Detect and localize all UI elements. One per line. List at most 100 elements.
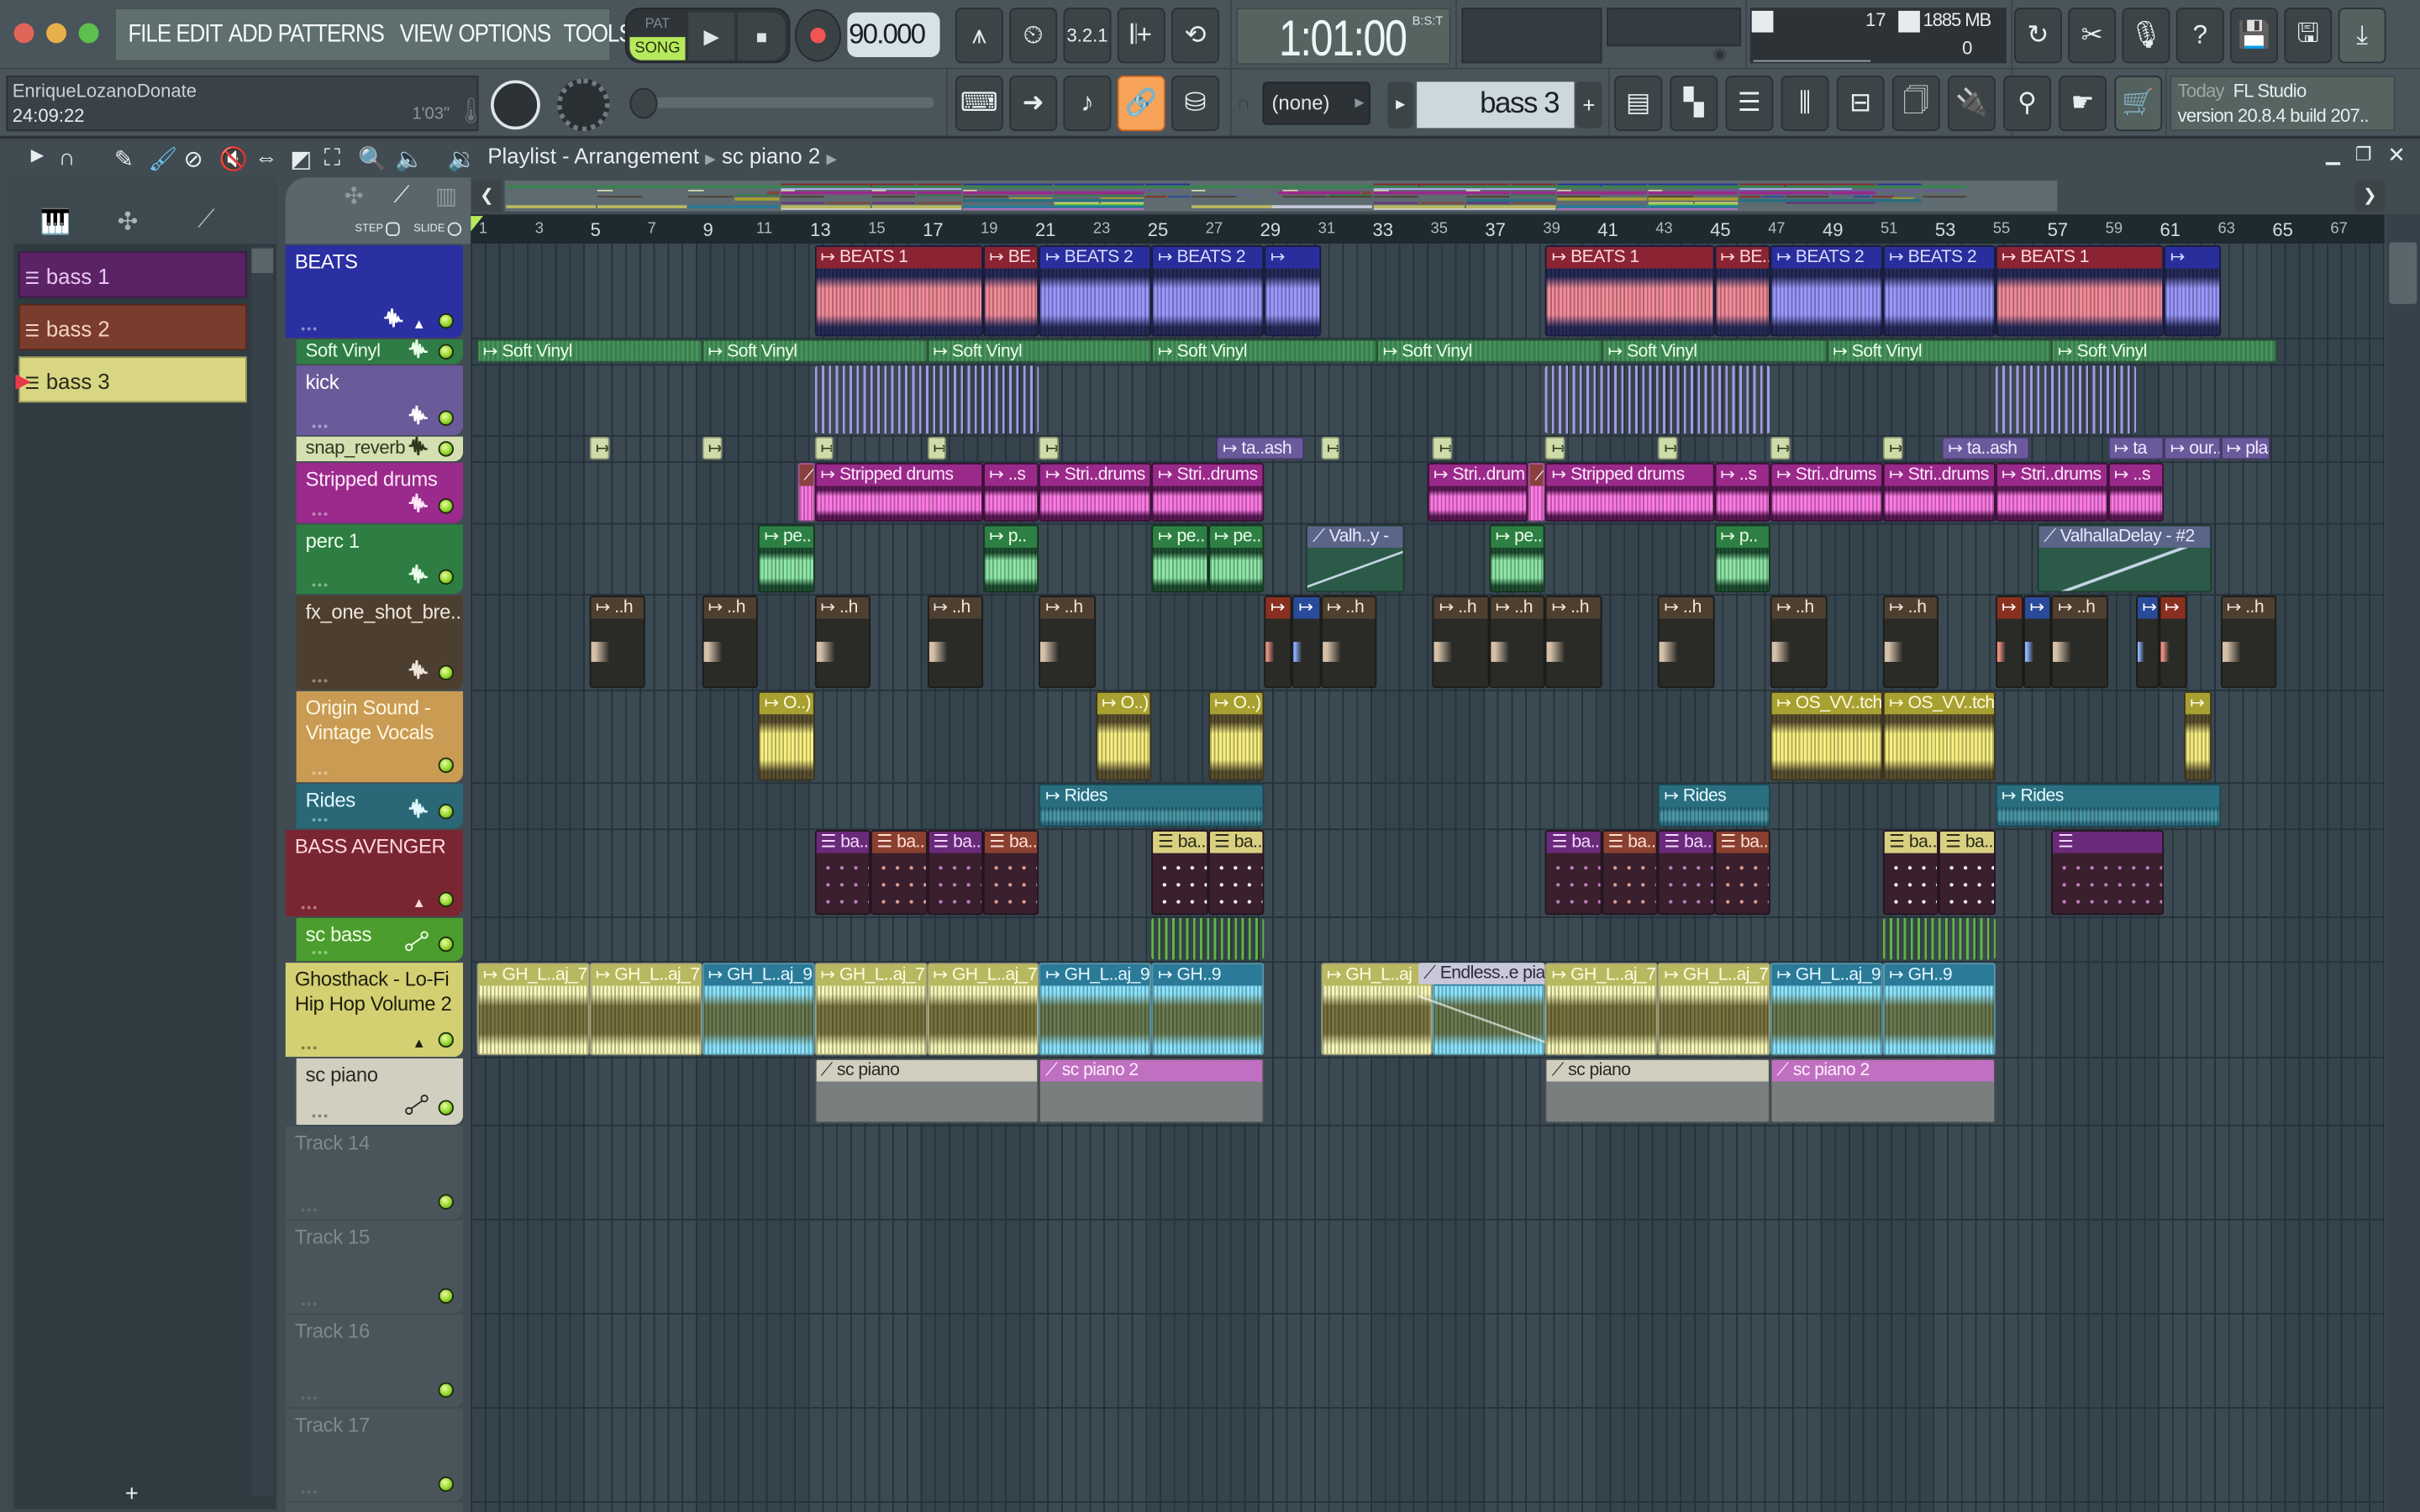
playlist-clip[interactable]: ↦ xyxy=(2164,245,2221,337)
playlist-clip[interactable]: ↦ BEATS 2 xyxy=(1039,245,1152,337)
cut-audio-button[interactable]: ✂ xyxy=(2068,8,2117,64)
track-header[interactable]: Soft Vinyl xyxy=(296,339,464,365)
playlist-clip[interactable] xyxy=(1151,917,1265,960)
playlist-clip[interactable]: ↦ GH_L..aj xyxy=(1320,963,1434,1056)
track-enable-led[interactable] xyxy=(438,1288,455,1305)
playlist-clip[interactable]: ↦ xyxy=(1545,436,1565,460)
picker-audio-tab[interactable]: ✣ xyxy=(118,207,139,238)
menu-tools[interactable]: TOOLS xyxy=(563,21,633,49)
playlist-clip[interactable]: ↦ ..h xyxy=(1039,595,1096,689)
playlist-clip[interactable]: ↦ ..h xyxy=(1658,595,1715,689)
track-menu-grip[interactable]: ••• xyxy=(312,579,329,593)
track-menu-grip[interactable]: ••• xyxy=(301,1392,318,1406)
playlist-clip[interactable]: ↦ xyxy=(1264,595,1293,689)
playlist-clip[interactable]: ↦ Soft Vinyl xyxy=(702,339,927,363)
playlist-clip[interactable]: ↦ xyxy=(2135,595,2159,689)
playlist-clip[interactable]: ↦ Stri..drums xyxy=(1995,463,2108,522)
playlist-clip[interactable]: ↦ ..h xyxy=(1489,595,1546,689)
playlist-clip[interactable]: ↦ xyxy=(926,436,947,460)
playlist-clip[interactable]: ↦ p.. xyxy=(982,524,1039,593)
undo-button[interactable]: ↻ xyxy=(2013,8,2062,64)
playlist-clip[interactable]: ↦ xyxy=(2023,595,2052,689)
pattern-clip-icon[interactable]: ▥ xyxy=(435,182,457,210)
track-menu-grip[interactable]: ••• xyxy=(301,1486,318,1500)
add-track-button[interactable]: + xyxy=(125,1481,139,1507)
playlist-clip[interactable]: ↦ xyxy=(1039,436,1060,460)
track-header[interactable]: Stripped drums ••• xyxy=(296,463,464,523)
track-menu-grip[interactable]: ••• xyxy=(312,675,329,689)
playlist-clip[interactable]: ↦ ..h xyxy=(926,595,983,689)
shop-button[interactable]: 🛒 xyxy=(2114,76,2163,132)
playlist-clip[interactable]: ☰ ba.. xyxy=(871,830,927,916)
magnet-icon[interactable]: ∩ xyxy=(1236,91,1250,114)
save-button[interactable]: 💾 xyxy=(2230,8,2279,64)
playlist-clip[interactable]: ↦ xyxy=(1292,595,1321,689)
playlist-clip[interactable]: ↦ Stri..drum xyxy=(1427,463,1529,522)
track-enable-led[interactable] xyxy=(438,1194,455,1210)
download-button[interactable]: ⤓ xyxy=(2338,8,2386,64)
track-header[interactable]: sc piano ••• xyxy=(296,1058,464,1125)
add-pattern-button[interactable]: + xyxy=(1576,81,1602,129)
track-enable-led[interactable] xyxy=(438,312,455,329)
overview-scroll-left[interactable]: ❮ xyxy=(472,180,502,212)
playlist-clip[interactable]: ↦ xyxy=(1995,595,2024,689)
playlist-clip[interactable]: ⟋ sc piano 2 xyxy=(1039,1058,1265,1124)
playlist-clip[interactable]: ↦ xyxy=(1433,436,1453,460)
playlist-clip[interactable]: ↦ ..h xyxy=(1433,595,1490,689)
playlist-clip[interactable]: ☰ xyxy=(2051,830,2165,916)
playlist-clip[interactable]: ↦ GH..9 xyxy=(1151,963,1265,1056)
playlist-clip[interactable] xyxy=(1545,365,1770,434)
master-slider-handle[interactable] xyxy=(629,87,658,119)
master-volume-knob[interactable] xyxy=(491,80,540,130)
track-menu-grip[interactable]: ••• xyxy=(301,323,318,337)
playlist-clip[interactable]: ↦ Stri..drums xyxy=(1151,463,1265,522)
track-header[interactable]: Track 16 ••• xyxy=(285,1314,464,1408)
mixer-button[interactable]: ⫼ xyxy=(1781,76,1829,132)
playlist-clip[interactable]: ↦ BEATS 1 xyxy=(814,245,983,337)
track-menu-grip[interactable]: ••• xyxy=(301,1298,318,1312)
pattern-prev-button[interactable]: ▶ xyxy=(1387,81,1414,129)
playlist-clip[interactable]: ☰ ba.. xyxy=(1602,830,1659,916)
playlist-clip[interactable]: ↦ Stri..drums xyxy=(1882,463,1996,522)
playlist-clip[interactable]: ↦ ..h xyxy=(814,595,871,689)
pattern-selector[interactable]: bass 3 xyxy=(1417,81,1575,129)
playlist-clip[interactable]: ↦ Rides xyxy=(1658,784,1770,827)
menu-view[interactable]: VIEW xyxy=(399,21,452,49)
output-icon[interactable]: ◉ xyxy=(1713,46,1727,63)
news-panel[interactable]: Today FL Studio version 20.8.4 build 207… xyxy=(2170,76,2396,132)
playlist-clip[interactable]: ↦ GH_L..aj_7 xyxy=(1658,963,1770,1056)
export-audio-button[interactable]: 🖫 xyxy=(2284,8,2333,64)
playlist-clip[interactable]: ↦ O..) xyxy=(1095,690,1152,781)
delete-tool-icon[interactable]: ⊘ xyxy=(184,145,203,172)
slide-toggle[interactable] xyxy=(447,222,462,237)
playlist-clip[interactable]: ↦ ..h xyxy=(2220,595,2277,689)
track-enable-led[interactable] xyxy=(438,498,455,514)
track-enable-led[interactable] xyxy=(438,936,455,953)
playlist-clip[interactable]: ↦ ..h xyxy=(2051,595,2108,689)
playlist-clip[interactable] xyxy=(814,365,1039,434)
playlist-clip[interactable]: ☰ ba.. xyxy=(1714,830,1770,916)
menu-options[interactable]: OPTIONS xyxy=(459,21,552,49)
channel-rack-button[interactable]: ☰ xyxy=(1725,76,1774,132)
playlist-clip[interactable]: ↦ Stri..drums xyxy=(1039,463,1152,522)
track-header[interactable]: kick ••• xyxy=(296,365,464,435)
playlist-clip[interactable]: ↦ Stri..drums xyxy=(1770,463,1883,522)
picker-scrollbar[interactable] xyxy=(251,246,274,1497)
stamp-button[interactable]: ⛁ xyxy=(1171,76,1220,132)
playlist-clip[interactable]: ☰ ba.. xyxy=(1658,830,1715,916)
track-header[interactable]: Rides ••• xyxy=(296,784,464,829)
track-header[interactable]: BEATS ▲ ••• xyxy=(285,245,464,339)
track-menu-grip[interactable]: ••• xyxy=(312,767,329,781)
slice-tool-icon[interactable]: ◩ xyxy=(290,145,312,172)
playlist-clip[interactable]: ↦ pe.. xyxy=(1489,524,1546,593)
playlist-clip[interactable]: ↦ BE.. xyxy=(1714,245,1770,337)
project-files-button[interactable]: 🗍 xyxy=(1891,76,1940,132)
countdown-button[interactable]: 3.2.1 xyxy=(1063,8,1112,64)
playlist-clip[interactable]: ⟋ xyxy=(1528,463,1546,522)
playlist-clip[interactable]: ↦ xyxy=(589,436,609,460)
playlist-clip[interactable]: ↦ ta..ash xyxy=(1216,436,1304,460)
step-arrow-button[interactable]: ➜ xyxy=(1009,76,1058,132)
track-enable-led[interactable] xyxy=(438,891,455,908)
playlist-menu-arrow-icon[interactable]: ▶ xyxy=(31,145,45,165)
playlist-clip[interactable]: ↦ xyxy=(702,436,722,460)
